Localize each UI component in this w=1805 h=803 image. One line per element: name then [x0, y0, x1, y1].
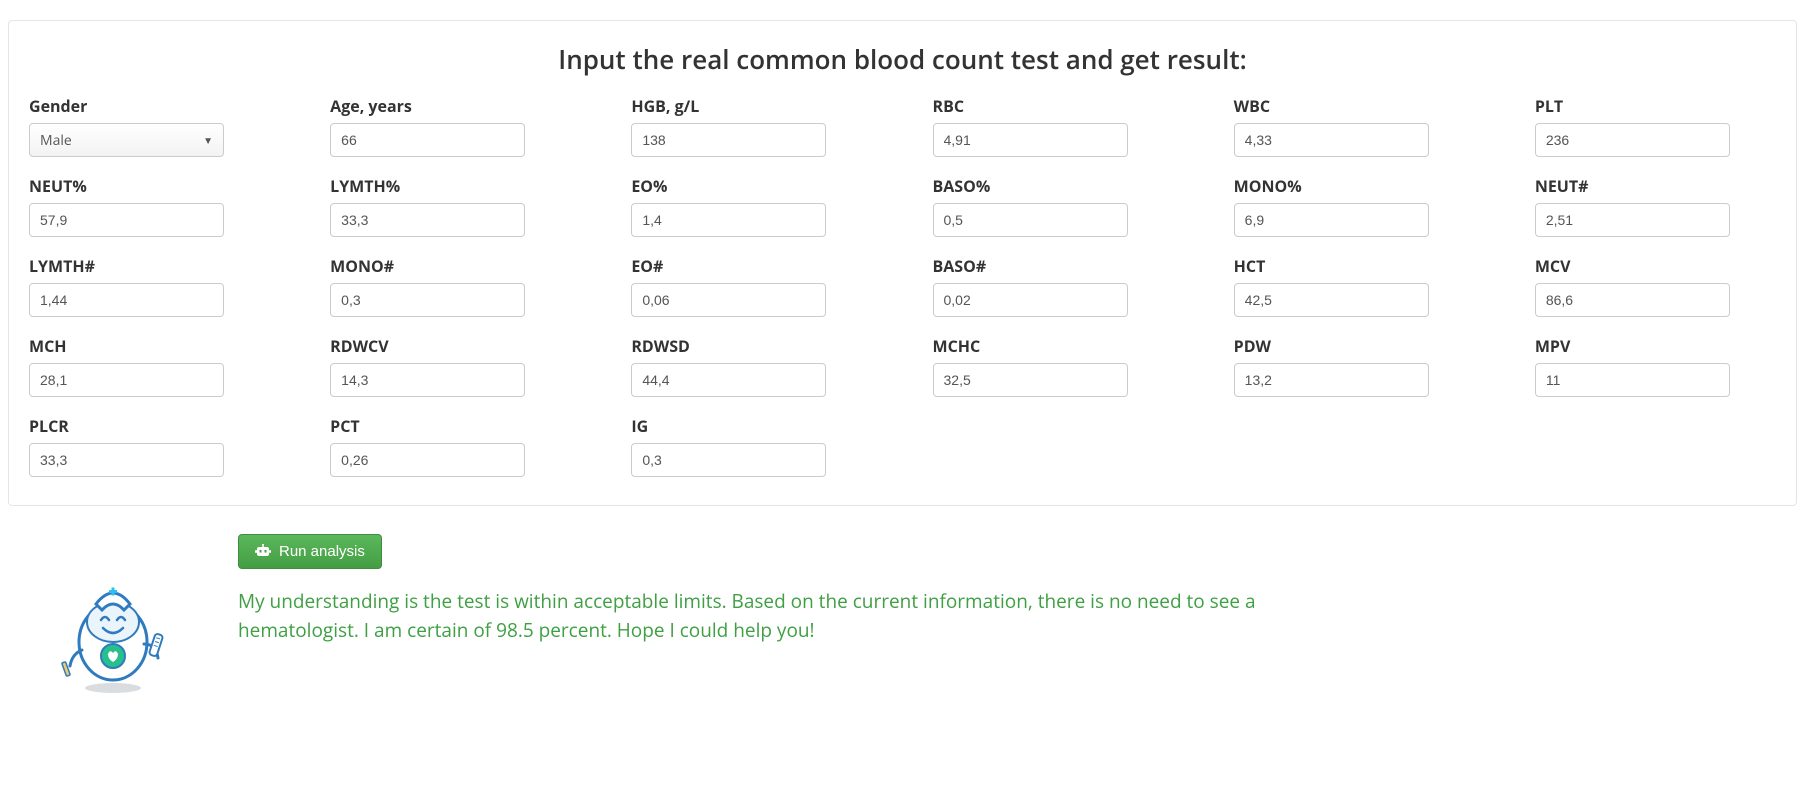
analysis-result-text: My understanding is the test is within a… — [238, 587, 1298, 644]
field-baso_pct: BASO% — [933, 175, 1174, 237]
input-lymth_abs[interactable] — [29, 283, 224, 317]
field-eo_pct: EO% — [631, 175, 872, 237]
field-mch: MCH — [29, 335, 270, 397]
field-mono_pct: MONO% — [1234, 175, 1475, 237]
result-column: Run analysis My understanding is the tes… — [238, 534, 1777, 644]
label-age: Age, years — [330, 95, 571, 117]
select-value-gender: Male — [40, 131, 72, 150]
input-mono_pct[interactable] — [1234, 203, 1429, 237]
input-mchc[interactable] — [933, 363, 1128, 397]
field-rdwcv: RDWCV — [330, 335, 571, 397]
select-gender[interactable]: Male ▼ — [29, 123, 224, 157]
result-row: Run analysis My understanding is the tes… — [8, 534, 1797, 694]
input-panel: Input the real common blood count test a… — [8, 20, 1797, 506]
input-neut_abs[interactable] — [1535, 203, 1730, 237]
input-baso_abs[interactable] — [933, 283, 1128, 317]
label-rdwcv: RDWCV — [330, 335, 571, 357]
run-analysis-label: Run analysis — [279, 543, 365, 560]
label-rdwsd: RDWSD — [631, 335, 872, 357]
field-rdwsd: RDWSD — [631, 335, 872, 397]
input-eo_pct[interactable] — [631, 203, 826, 237]
field-plcr: PLCR — [29, 415, 270, 477]
run-analysis-button[interactable]: Run analysis — [238, 534, 382, 569]
label-gender: Gender — [29, 95, 270, 117]
label-rbc: RBC — [933, 95, 1174, 117]
field-grid: Gender Male ▼ Age, years HGB, g/L RBC WBC PLT NE… — [29, 95, 1776, 477]
input-plcr[interactable] — [29, 443, 224, 477]
label-neut_abs: NEUT# — [1535, 175, 1776, 197]
label-plcr: PLCR — [29, 415, 270, 437]
label-lymth_abs: LYMTH# — [29, 255, 270, 277]
label-ig: IG — [631, 415, 872, 437]
input-age[interactable] — [330, 123, 525, 157]
field-hgb: HGB, g/L — [631, 95, 872, 157]
input-pct[interactable] — [330, 443, 525, 477]
field-ig: IG — [631, 415, 872, 477]
field-lymth_pct: LYMTH% — [330, 175, 571, 237]
field-mono_abs: MONO# — [330, 255, 571, 317]
input-hgb[interactable] — [631, 123, 826, 157]
label-mpv: MPV — [1535, 335, 1776, 357]
field-neut_abs: NEUT# — [1535, 175, 1776, 237]
field-mpv: MPV — [1535, 335, 1776, 397]
input-rbc[interactable] — [933, 123, 1128, 157]
input-neut_pct[interactable] — [29, 203, 224, 237]
input-eo_abs[interactable] — [631, 283, 826, 317]
label-pct: PCT — [330, 415, 571, 437]
input-wbc[interactable] — [1234, 123, 1429, 157]
label-wbc: WBC — [1234, 95, 1475, 117]
field-eo_abs: EO# — [631, 255, 872, 317]
field-hct: HCT — [1234, 255, 1475, 317]
input-pdw[interactable] — [1234, 363, 1429, 397]
label-eo_pct: EO% — [631, 175, 872, 197]
robot-doctor-icon — [58, 564, 168, 694]
input-ig[interactable] — [631, 443, 826, 477]
robot-icon — [255, 544, 271, 560]
field-mcv: MCV — [1535, 255, 1776, 317]
input-baso_pct[interactable] — [933, 203, 1128, 237]
input-mcv[interactable] — [1535, 283, 1730, 317]
field-pdw: PDW — [1234, 335, 1475, 397]
label-plt: PLT — [1535, 95, 1776, 117]
label-mcv: MCV — [1535, 255, 1776, 277]
field-neut_pct: NEUT% — [29, 175, 270, 237]
field-wbc: WBC — [1234, 95, 1475, 157]
panel-title: Input the real common blood count test a… — [29, 41, 1776, 77]
field-lymth_abs: LYMTH# — [29, 255, 270, 317]
input-mpv[interactable] — [1535, 363, 1730, 397]
label-lymth_pct: LYMTH% — [330, 175, 571, 197]
label-baso_abs: BASO# — [933, 255, 1174, 277]
input-rdwsd[interactable] — [631, 363, 826, 397]
label-mchc: MCHC — [933, 335, 1174, 357]
label-mono_abs: MONO# — [330, 255, 571, 277]
input-hct[interactable] — [1234, 283, 1429, 317]
label-pdw: PDW — [1234, 335, 1475, 357]
input-lymth_pct[interactable] — [330, 203, 525, 237]
input-mch[interactable] — [29, 363, 224, 397]
input-rdwcv[interactable] — [330, 363, 525, 397]
chevron-down-icon: ▼ — [203, 133, 213, 147]
input-plt[interactable] — [1535, 123, 1730, 157]
bot-illustration — [28, 534, 198, 694]
label-eo_abs: EO# — [631, 255, 872, 277]
label-baso_pct: BASO% — [933, 175, 1174, 197]
field-pct: PCT — [330, 415, 571, 477]
input-mono_abs[interactable] — [330, 283, 525, 317]
label-mch: MCH — [29, 335, 270, 357]
field-rbc: RBC — [933, 95, 1174, 157]
field-gender: Gender Male ▼ — [29, 95, 270, 157]
field-baso_abs: BASO# — [933, 255, 1174, 317]
label-neut_pct: NEUT% — [29, 175, 270, 197]
field-plt: PLT — [1535, 95, 1776, 157]
field-age: Age, years — [330, 95, 571, 157]
label-mono_pct: MONO% — [1234, 175, 1475, 197]
label-hct: HCT — [1234, 255, 1475, 277]
label-hgb: HGB, g/L — [631, 95, 872, 117]
field-mchc: MCHC — [933, 335, 1174, 397]
